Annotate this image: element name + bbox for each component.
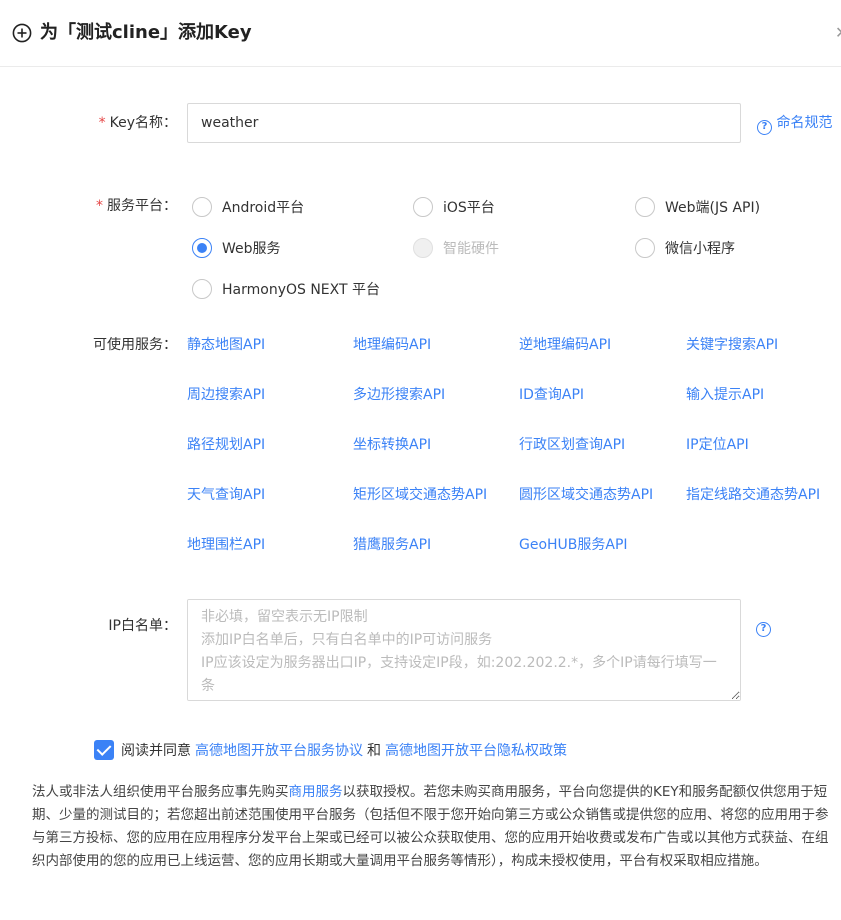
- ip-whitelist-help-icon[interactable]: ?: [756, 615, 771, 637]
- radio-smart-hardware: 智能硬件: [413, 238, 499, 258]
- service-link[interactable]: 天气查询API: [187, 485, 265, 505]
- add-circle-icon: [12, 23, 32, 43]
- notice-text: 法人或非法人组织使用平台服务应事先购买: [32, 784, 289, 800]
- radio-dot: [413, 238, 433, 258]
- radio-label: Web端(JS API): [665, 200, 761, 216]
- required-mark: *: [96, 198, 103, 214]
- dialog-header: 为「测试cline」添加Key ✕: [0, 0, 841, 67]
- service-link[interactable]: 路径规划API: [187, 435, 265, 455]
- service-link[interactable]: 矩形区域交通态势API: [353, 485, 487, 505]
- service-link[interactable]: 指定线路交通态势API: [686, 485, 820, 505]
- service-link[interactable]: 地理编码API: [353, 335, 431, 355]
- platform-label-text: 服务平台：: [107, 198, 177, 214]
- question-icon: ?: [756, 622, 771, 637]
- service-link[interactable]: 逆地理编码API: [519, 335, 611, 355]
- radio-dot: [192, 197, 212, 217]
- naming-rules-link[interactable]: ? 命名规范: [757, 113, 832, 135]
- service-link[interactable]: ID查询API: [519, 385, 584, 405]
- agreement-prefix: 阅读并同意: [121, 743, 191, 759]
- radio-dot: [635, 197, 655, 217]
- question-icon: ?: [757, 120, 772, 135]
- required-mark: *: [98, 115, 106, 131]
- radio-dot: [192, 238, 212, 258]
- service-link[interactable]: IP定位API: [686, 435, 749, 455]
- key-name-label-text: Key名称：: [109, 115, 177, 131]
- service-link[interactable]: 坐标转换API: [353, 435, 431, 455]
- privacy-policy-link[interactable]: 高德地图开放平台隐私权政策: [385, 740, 567, 760]
- service-link[interactable]: 输入提示API: [686, 385, 764, 405]
- radio-label: HarmonyOS NEXT 平台: [222, 282, 380, 298]
- service-link[interactable]: 行政区划查询API: [519, 435, 625, 455]
- agreement-row: 阅读并同意 高德地图开放平台服务协议 和 高德地图开放平台隐私权政策: [94, 740, 571, 760]
- service-agreement-link[interactable]: 高德地图开放平台服务协议: [195, 740, 363, 760]
- radio-web-service[interactable]: Web服务: [192, 238, 281, 258]
- agreement-and: 和: [367, 743, 381, 759]
- radio-label: Web服务: [222, 241, 281, 257]
- close-icon[interactable]: ✕: [835, 20, 841, 46]
- service-link[interactable]: 静态地图API: [187, 335, 265, 355]
- radio-label: 微信小程序: [665, 241, 735, 257]
- radio-label: Android平台: [222, 200, 305, 216]
- radio-dot: [635, 238, 655, 258]
- service-link[interactable]: 地理围栏API: [187, 535, 265, 555]
- service-link[interactable]: 关键字搜索API: [686, 335, 778, 355]
- commercial-service-link[interactable]: 商用服务: [289, 784, 343, 800]
- ip-whitelist-textarea[interactable]: [187, 599, 741, 701]
- radio-web-js[interactable]: Web端(JS API): [635, 197, 760, 217]
- ip-whitelist-label: IP白名单：: [108, 618, 177, 634]
- services-label: 可使用服务：: [93, 337, 177, 353]
- radio-wechat-miniprogram[interactable]: 微信小程序: [635, 238, 735, 258]
- agreement-checkbox[interactable]: [94, 740, 114, 760]
- key-name-label: * Key名称：: [0, 113, 177, 133]
- radio-android[interactable]: Android平台: [192, 197, 304, 217]
- radio-label: iOS平台: [443, 200, 495, 216]
- radio-label: 智能硬件: [443, 241, 499, 257]
- service-link[interactable]: 多边形搜索API: [353, 385, 445, 405]
- service-link[interactable]: 猎鹰服务API: [353, 535, 431, 555]
- radio-dot: [192, 279, 212, 299]
- authorization-notice: 法人或非法人组织使用平台服务应事先购买商用服务以获取授权。若您未购买商用服务，平…: [32, 781, 832, 873]
- service-link[interactable]: 周边搜索API: [187, 385, 265, 405]
- radio-dot: [413, 197, 433, 217]
- naming-rules-text: 命名规范: [776, 115, 833, 131]
- service-link[interactable]: 圆形区域交通态势API: [519, 485, 653, 505]
- dialog-title: 为「测试cline」添加Key: [40, 22, 252, 43]
- service-link[interactable]: GeoHUB服务API: [519, 535, 628, 555]
- platform-label: * 服务平台：: [0, 196, 177, 216]
- key-name-input[interactable]: [187, 103, 741, 143]
- radio-harmonyos[interactable]: HarmonyOS NEXT 平台: [192, 279, 380, 299]
- radio-ios[interactable]: iOS平台: [413, 197, 495, 217]
